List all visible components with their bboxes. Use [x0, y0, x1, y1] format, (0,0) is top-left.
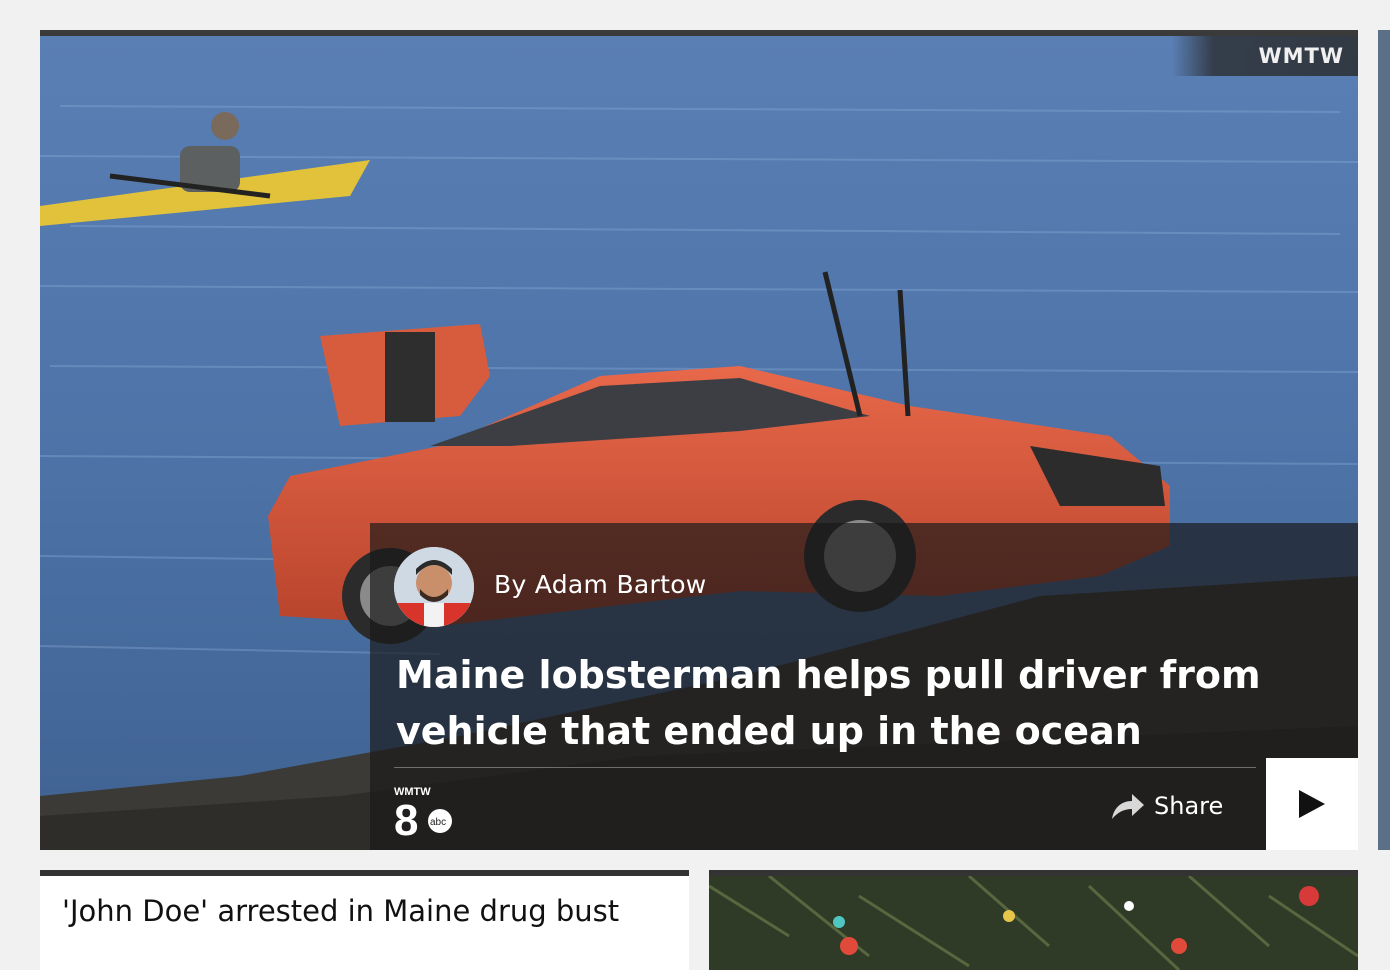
next-story-peek[interactable]: [1378, 30, 1390, 850]
hero-headline[interactable]: Maine lobsterman helps pull driver from …: [396, 647, 1296, 759]
avatar-photo: [394, 547, 474, 627]
share-label: Share: [1154, 792, 1224, 820]
station-logo-network: abc: [430, 817, 446, 828]
station-logo-channel: 8: [394, 796, 418, 837]
play-icon: [1299, 790, 1325, 818]
divider: [394, 767, 1256, 768]
photo-credit: WMTW: [1172, 36, 1358, 76]
author-avatar[interactable]: [394, 547, 474, 627]
story-card-photo: [709, 876, 1358, 970]
story-card-title[interactable]: 'John Doe' arrested in Maine drug bust: [40, 876, 689, 930]
hero-caption-panel: By Adam Bartow Maine lobsterman helps pu…: [370, 523, 1358, 850]
author-byline[interactable]: By Adam Bartow: [494, 570, 707, 599]
share-arrow-icon: [1112, 794, 1144, 819]
station-logo: WMTW 8 abc: [394, 786, 452, 837]
share-button[interactable]: Share: [1110, 791, 1223, 821]
play-video-button[interactable]: [1266, 758, 1358, 850]
story-card-image[interactable]: [709, 870, 1358, 970]
hero-story[interactable]: WMTW By Adam Bartow Maine lobsterman hel…: [40, 30, 1358, 850]
story-card[interactable]: 'John Doe' arrested in Maine drug bust: [40, 870, 689, 970]
